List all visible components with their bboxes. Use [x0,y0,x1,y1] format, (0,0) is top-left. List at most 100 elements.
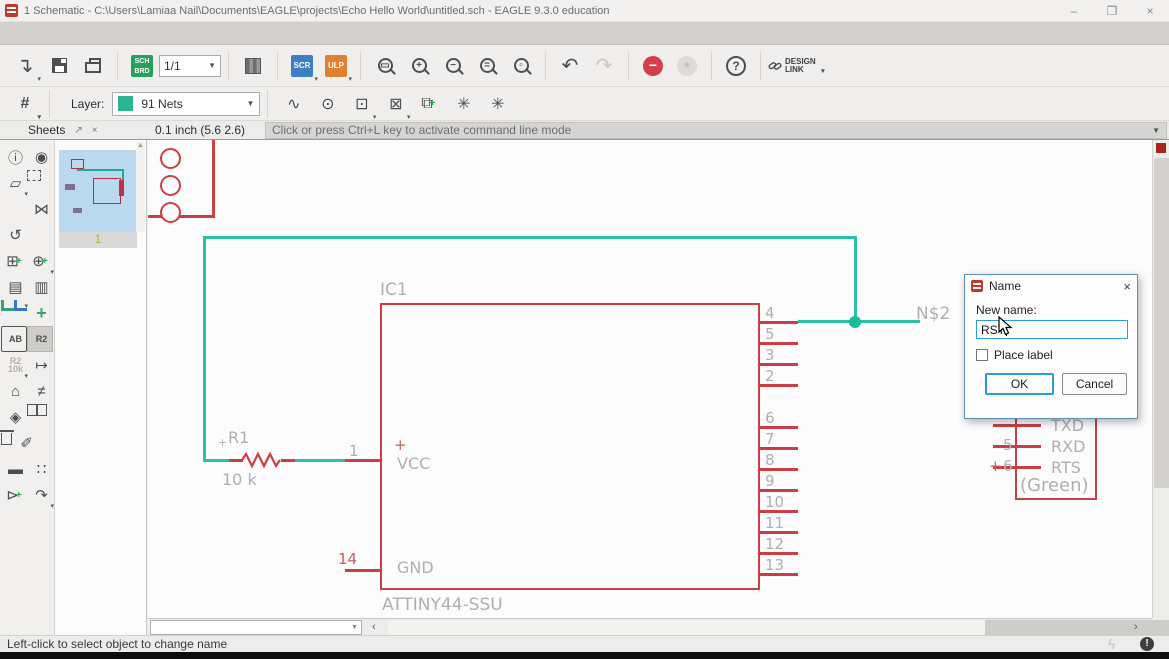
net-wire[interactable] [854,236,857,322]
library-button[interactable] [238,51,268,81]
dialog-close-icon[interactable]: × [1123,279,1131,294]
command-line-input[interactable]: Click or press Ctrl+L key to activate co… [265,121,1167,139]
add-part-tool[interactable]: ⊞ + [1,248,27,274]
design-link-button[interactable]: DESIGN LINK [768,57,824,76]
menu-item[interactable] [132,31,148,35]
bottom-combo-box[interactable]: ▼ [150,620,362,635]
resistor-name[interactable]: R1 [228,428,249,447]
bus-tool[interactable] [14,300,28,311]
rotate-tool[interactable]: ↺ [1,222,27,248]
save-button[interactable] [44,51,74,81]
scrollbar-thumb[interactable] [985,620,1169,635]
menu-item[interactable] [4,31,20,35]
menu-item[interactable] [116,31,132,35]
ic-part-name[interactable]: ATTINY44-SSU [382,595,503,615]
RXD[interactable]: 5 RXD [993,435,1113,456]
RTS[interactable]: 6 RTS [993,456,1113,477]
ic-pin[interactable]: 13 [760,556,800,585]
pinswap-tool[interactable]: ▤ [1,274,27,300]
sheet-selector[interactable]: 1/1 ▼ [159,54,221,77]
inspect-icon[interactable]: ⊙ [311,89,341,119]
resistor-lead[interactable] [229,459,243,462]
reposition-tool[interactable]: ↷ [27,482,54,510]
help-button[interactable]: ? [721,51,751,81]
miter-tool[interactable]: ≠ [27,378,53,404]
pinheader-outline[interactable] [212,140,215,218]
group-edit-tool[interactable]: ∷ [27,456,53,482]
stop-button[interactable]: − [638,51,668,81]
minimize-button[interactable]: – [1055,1,1093,21]
net-tool[interactable] [1,300,14,311]
resistor-value[interactable]: 10 k [222,470,257,489]
horizontal-scrollbar[interactable] [388,620,1169,635]
popout-icon[interactable]: ↗ [74,125,82,136]
preferences-gear-icon[interactable]: ✳ [481,89,511,119]
invoke-tool[interactable]: ↦ [27,352,53,378]
pinheader-outline[interactable] [148,215,215,218]
sheet-page-number[interactable]: 1 [59,232,137,248]
show-tool[interactable]: ◉ [27,144,53,170]
net-label[interactable]: N$2 [916,304,950,324]
undo-button[interactable]: ↶ [555,51,585,81]
open-button[interactable]: ↴ [10,51,41,83]
display-managed-icon[interactable]: ⊡ [345,89,376,121]
paint-tool[interactable]: ▬ [1,456,27,482]
grid-button[interactable]: # [10,89,41,121]
paste-tool[interactable] [37,401,53,416]
net-wire[interactable] [294,459,347,462]
menu-item[interactable] [36,31,52,35]
change-tool[interactable]: ✐ [12,430,38,456]
move-tool[interactable] [1,196,27,222]
dialog-title-bar[interactable]: Name × [965,275,1137,297]
add-module-tool[interactable]: ⊕ + [27,248,54,276]
close-button[interactable]: × [1131,1,1169,21]
ok-button[interactable]: OK [985,373,1054,395]
ic-pin[interactable]: 2 [760,367,800,396]
alert-icon[interactable]: ! [1140,637,1154,651]
scroll-left-arrow[interactable]: ‹ [372,621,376,634]
resistor-lead[interactable] [281,459,295,462]
label-tool[interactable]: AB [1,326,27,352]
net-wire[interactable] [203,459,230,462]
ic-designator[interactable]: IC1 [380,280,408,300]
layer-selector[interactable]: 91 Nets ▼ [112,91,261,116]
print-button[interactable] [78,51,108,81]
place-label-checkbox[interactable] [976,349,988,361]
simulate-icon[interactable]: ∿ [277,89,307,119]
redo-button[interactable]: ↷ [589,51,619,81]
menu-item[interactable] [100,31,116,35]
zoom-button[interactable]: = [472,51,502,81]
scr-button[interactable]: SCR [287,51,318,83]
attribute-tool[interactable]: ◈ [1,404,27,430]
sheet-thumbnail[interactable] [59,150,137,232]
group-select-tool[interactable] [27,170,41,181]
schematic-board-switch[interactable]: SCH BRD [127,51,157,81]
display-layers-tool[interactable]: ▱ [1,170,28,198]
menu-item[interactable] [68,31,84,35]
info-tool[interactable]: ⓘ [1,144,27,170]
delete-tool[interactable] [0,430,14,445]
display-unmanaged-icon[interactable]: ⊠ [379,89,410,121]
add-link-icon[interactable]: ⧉ + [413,89,443,119]
gateswap-tool[interactable]: ▥ [27,274,53,300]
name-tool[interactable]: R2 [27,326,53,352]
scroll-right-arrow[interactable]: › [1134,621,1138,634]
copy-tool[interactable] [27,401,43,416]
restore-button[interactable]: ❐ [1093,1,1131,21]
ulp-button[interactable]: ULP [321,51,352,83]
value-tool[interactable]: R2 10k [1,352,28,381]
menu-item[interactable] [52,31,68,35]
net-wire[interactable] [203,236,206,461]
panel-scrollbar[interactable]: ▲ [136,142,145,232]
zoom-button[interactable]: − [438,51,468,81]
settings-gear-icon[interactable]: ✳ [447,89,477,119]
mirror-tool[interactable]: ⋈ [27,196,53,222]
net-wire[interactable] [203,236,856,239]
resistor-symbol[interactable] [242,451,282,470]
menu-item[interactable] [20,31,36,35]
zoom-button[interactable]: + [404,51,434,81]
menu-item[interactable] [84,31,100,35]
add-gate-tool[interactable]: ⊳ + [1,482,27,508]
junction-tool[interactable]: + [27,300,53,326]
vertical-scrollbar[interactable] [1152,140,1169,618]
